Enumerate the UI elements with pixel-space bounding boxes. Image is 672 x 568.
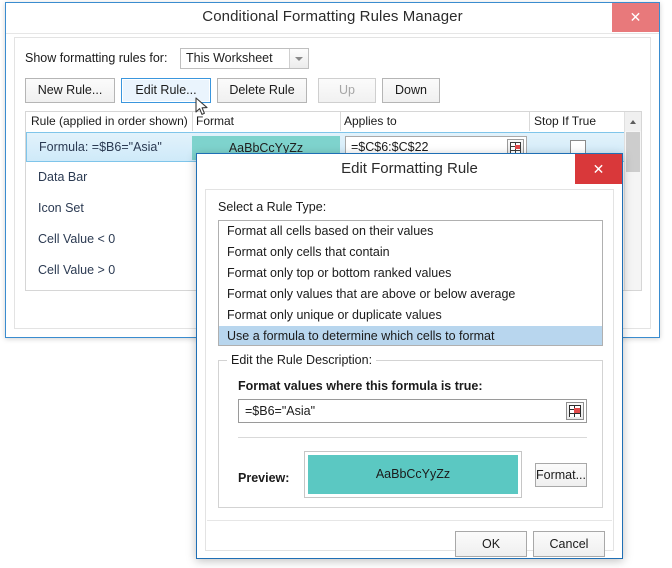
- dialog-body: Select a Rule Type: Format all cells bas…: [205, 189, 614, 557]
- select-rule-type-label: Select a Rule Type:: [218, 200, 327, 214]
- edit-rule-button[interactable]: Edit Rule...: [121, 78, 211, 103]
- edit-rule-description-group: Edit the Rule Description: Format values…: [218, 353, 603, 508]
- scroll-up-icon[interactable]: [625, 112, 641, 131]
- rule-name: Cell Value < 0: [38, 232, 116, 246]
- close-icon[interactable]: ✕: [612, 3, 659, 32]
- dialog-title-bar: Edit Formatting Rule ✕: [197, 154, 622, 185]
- rule-type-option[interactable]: Format only top or bottom ranked values: [219, 263, 602, 284]
- group-legend: Edit the Rule Description:: [227, 353, 377, 367]
- formula-input[interactable]: =$B6="Asia": [238, 399, 587, 423]
- column-header-rule: Rule (applied in order shown): [31, 114, 188, 128]
- range-picker-icon[interactable]: [566, 402, 584, 420]
- rule-type-option[interactable]: Format all cells based on their values: [219, 221, 602, 242]
- edit-formatting-rule-dialog: Edit Formatting Rule ✕ Select a Rule Typ…: [196, 153, 623, 559]
- rule-name: Data Bar: [38, 170, 88, 184]
- manager-title-bar: Conditional Formatting Rules Manager ✕: [6, 3, 659, 34]
- scrollbar-thumb[interactable]: [626, 132, 640, 172]
- move-up-button[interactable]: Up: [318, 78, 376, 103]
- new-rule-button[interactable]: New Rule...: [25, 78, 115, 103]
- scope-select-value: This Worksheet: [186, 51, 273, 65]
- column-header-format: Format: [196, 114, 235, 128]
- rule-name: Cell Value > 0: [38, 263, 116, 277]
- rule-name: Icon Set: [38, 201, 84, 215]
- delete-rule-button[interactable]: Delete Rule: [217, 78, 307, 103]
- move-down-button[interactable]: Down: [382, 78, 440, 103]
- column-divider: [340, 112, 341, 131]
- scope-select[interactable]: This Worksheet: [180, 48, 309, 69]
- column-divider: [529, 112, 530, 131]
- column-header-stop-if-true: Stop If True: [534, 114, 597, 128]
- rules-grid-header: Rule (applied in order shown) Format App…: [26, 112, 641, 133]
- column-header-applies-to: Applies to: [344, 114, 397, 128]
- ok-button[interactable]: OK: [455, 531, 527, 557]
- column-divider: [192, 112, 193, 131]
- preview-sample-text: AaBbCcYyZz: [308, 455, 518, 494]
- preview-label: Preview:: [238, 471, 290, 485]
- show-for-label: Show formatting rules for:: [25, 51, 168, 65]
- formula-value: =$B6="Asia": [245, 404, 316, 418]
- footer-divider: [207, 520, 612, 521]
- close-icon[interactable]: ✕: [575, 154, 622, 184]
- dialog-title: Edit Formatting Rule: [341, 160, 478, 177]
- preview-box: AaBbCcYyZz: [304, 451, 522, 498]
- rule-name: Formula: =$B6="Asia": [39, 140, 162, 154]
- divider: [238, 437, 587, 438]
- manager-title: Conditional Formatting Rules Manager: [202, 8, 463, 25]
- applies-to-value: =$C$6:$C$22: [351, 140, 429, 154]
- cancel-button[interactable]: Cancel: [533, 531, 605, 557]
- format-button[interactable]: Format...: [535, 463, 587, 487]
- rule-type-option[interactable]: Format only values that are above or bel…: [219, 284, 602, 305]
- chevron-down-icon[interactable]: [289, 49, 308, 68]
- rule-type-option[interactable]: Format only cells that contain: [219, 242, 602, 263]
- rules-grid-scrollbar[interactable]: [624, 112, 641, 290]
- rule-type-option-selected[interactable]: Use a formula to determine which cells t…: [219, 326, 602, 345]
- formula-label: Format values where this formula is true…: [238, 379, 483, 393]
- rule-type-option[interactable]: Format only unique or duplicate values: [219, 305, 602, 326]
- rule-type-listbox[interactable]: Format all cells based on their values F…: [218, 220, 603, 346]
